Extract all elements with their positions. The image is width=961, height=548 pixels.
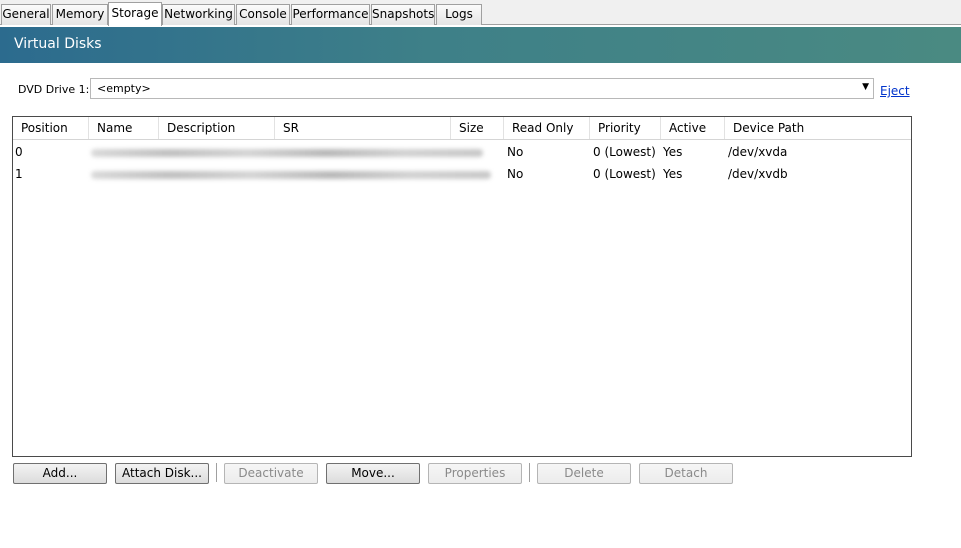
tab-storage[interactable]: Storage	[108, 2, 162, 26]
tab-memory[interactable]: Memory	[52, 4, 108, 25]
cell-active: Yes	[663, 167, 683, 181]
move-button[interactable]: Move...	[326, 463, 420, 484]
dvd-drive-select[interactable]: <empty> ▼	[90, 78, 874, 99]
dvd-drive-value: <empty>	[97, 82, 151, 95]
redacted-text	[91, 171, 491, 179]
column-header-priority[interactable]: Priority	[590, 117, 661, 139]
grid-header: Position Name Description SR Size Read O…	[13, 117, 911, 140]
column-header-size[interactable]: Size	[451, 117, 504, 139]
detach-button[interactable]: Detach	[639, 463, 733, 484]
column-header-active[interactable]: Active	[661, 117, 725, 139]
column-header-sr[interactable]: SR	[275, 117, 451, 139]
add-button[interactable]: Add...	[13, 463, 107, 484]
tab-console[interactable]: Console	[236, 4, 290, 25]
cell-device-path: /dev/xvda	[728, 145, 788, 159]
delete-button[interactable]: Delete	[537, 463, 631, 484]
cell-priority: 0 (Lowest)	[593, 167, 656, 181]
cell-device-path: /dev/xvdb	[728, 167, 788, 181]
redacted-text	[91, 149, 483, 157]
toolbar-separator	[216, 463, 217, 482]
cell-priority: 0 (Lowest)	[593, 145, 656, 159]
tab-snapshots[interactable]: Snapshots	[371, 4, 435, 25]
column-header-description[interactable]: Description	[159, 117, 275, 139]
tab-performance[interactable]: Performance	[291, 4, 370, 25]
column-header-device-path[interactable]: Device Path	[725, 117, 911, 139]
column-header-position[interactable]: Position	[13, 117, 89, 139]
tab-bar: General Memory Storage Networking Consol…	[0, 0, 961, 26]
tab-networking[interactable]: Networking	[162, 4, 235, 25]
dvd-drive-label: DVD Drive 1:	[18, 83, 90, 96]
column-header-name[interactable]: Name	[89, 117, 159, 139]
virtual-disks-grid[interactable]: Position Name Description SR Size Read O…	[12, 116, 912, 457]
cell-position: 1	[15, 167, 23, 181]
table-row[interactable]: 1 No 0 (Lowest) Yes /dev/xvdb	[13, 163, 911, 185]
tab-logs[interactable]: Logs	[436, 4, 482, 25]
section-title: Virtual Disks	[14, 36, 102, 52]
properties-button[interactable]: Properties	[428, 463, 522, 484]
attach-disk-button[interactable]: Attach Disk...	[115, 463, 209, 484]
eject-link[interactable]: Eject	[880, 84, 910, 98]
deactivate-button[interactable]: Deactivate	[224, 463, 318, 484]
tab-general[interactable]: General	[1, 4, 51, 25]
column-header-read-only[interactable]: Read Only	[504, 117, 590, 139]
cell-read-only: No	[507, 145, 524, 159]
toolbar-separator	[529, 463, 530, 482]
dropdown-arrow-icon: ▼	[862, 82, 869, 92]
table-row[interactable]: 0 No 0 (Lowest) Yes /dev/xvda	[13, 141, 911, 163]
cell-position: 0	[15, 145, 23, 159]
cell-active: Yes	[663, 145, 683, 159]
section-header: Virtual Disks	[0, 27, 961, 63]
cell-read-only: No	[507, 167, 524, 181]
